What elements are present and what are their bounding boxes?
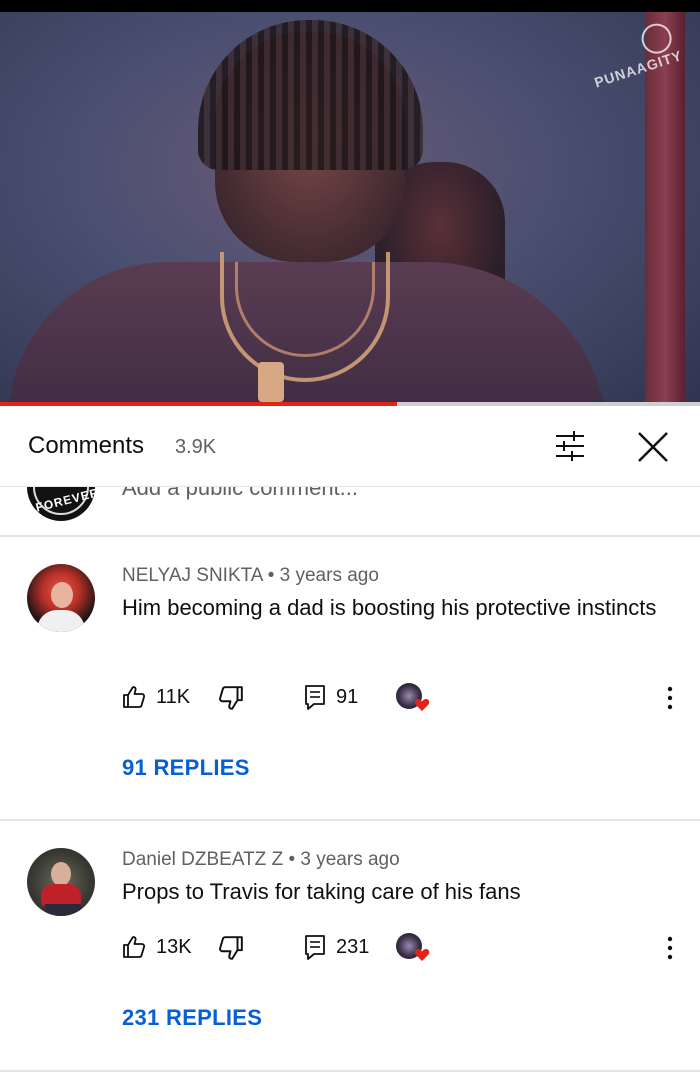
comments-header: Comments 3.9K — [0, 406, 700, 486]
heart-icon — [414, 698, 430, 711]
comment-meta: Daniel DZBEATZ Z • 3 years ago — [122, 849, 400, 870]
thumbs-down-icon — [219, 936, 243, 960]
more-vertical-icon — [667, 936, 673, 960]
reply-comment-icon — [305, 685, 325, 710]
heart-icon — [414, 948, 430, 961]
creator-heart-badge — [396, 933, 430, 967]
like-button[interactable]: 13K — [122, 927, 192, 967]
thumbs-up-icon — [123, 686, 146, 708]
avatar-face — [51, 862, 71, 886]
comment-actions: 13K 231 — [0, 927, 700, 967]
add-comment-input[interactable]: Add a public comment... — [122, 487, 358, 501]
like-count: 13K — [156, 935, 192, 958]
thumbs-up-icon — [123, 936, 146, 958]
creator-heart-badge — [396, 683, 430, 717]
comments-title: Comments — [28, 432, 145, 459]
commenter-avatar[interactable] — [27, 848, 95, 916]
reply-count: 231 — [336, 935, 370, 958]
sort-filter-icon — [556, 431, 584, 461]
avatar-legs — [45, 904, 81, 916]
like-count: 11K — [156, 685, 191, 708]
view-replies-link[interactable]: 231 REPLIES — [122, 1005, 262, 1031]
reply-comment-icon — [305, 935, 325, 960]
more-vertical-icon — [667, 686, 673, 710]
more-options-button[interactable] — [660, 683, 680, 713]
reply-count: 91 — [336, 685, 359, 708]
comment-meta: NELYAJ SNIKTA • 3 years ago — [122, 565, 379, 586]
avatar-shirt — [41, 884, 81, 906]
commenter-avatar[interactable] — [27, 564, 95, 632]
thumbs-down-icon — [219, 686, 243, 710]
video-pendant — [258, 362, 284, 402]
close-icon — [638, 432, 668, 462]
comments-count: 3.9K — [175, 436, 217, 458]
more-options-button[interactable] — [660, 933, 680, 963]
close-comments-button[interactable] — [632, 426, 674, 468]
sort-filter-button[interactable] — [550, 428, 590, 464]
current-user-avatar: FOREVER — [27, 487, 95, 521]
comment-actions: 11K 91 — [0, 677, 700, 717]
divider — [0, 1070, 700, 1072]
status-bar — [0, 0, 700, 12]
dislike-button[interactable] — [218, 685, 244, 711]
comment-item: Daniel DZBEATZ Z • 3 years ago Props to … — [0, 821, 700, 1071]
comment-item: NELYAJ SNIKTA • 3 years ago Him becoming… — [0, 537, 700, 819]
dislike-button[interactable] — [218, 935, 244, 961]
video-player[interactable]: PUNAAGITY — [0, 12, 700, 404]
comment-text: Him becoming a dad is boosting his prote… — [122, 595, 657, 620]
avatar-face — [51, 582, 73, 608]
add-comment-row[interactable]: FOREVER Add a public comment... — [0, 487, 700, 535]
avatar-shirt — [37, 610, 85, 632]
video-performer-hair — [198, 20, 423, 170]
reply-button[interactable]: 91 — [304, 677, 358, 717]
reply-button[interactable]: 231 — [304, 927, 369, 967]
like-button[interactable]: 11K — [122, 677, 190, 717]
view-replies-link[interactable]: 91 REPLIES — [122, 755, 250, 781]
comment-text: Props to Travis for taking care of his f… — [122, 879, 521, 904]
